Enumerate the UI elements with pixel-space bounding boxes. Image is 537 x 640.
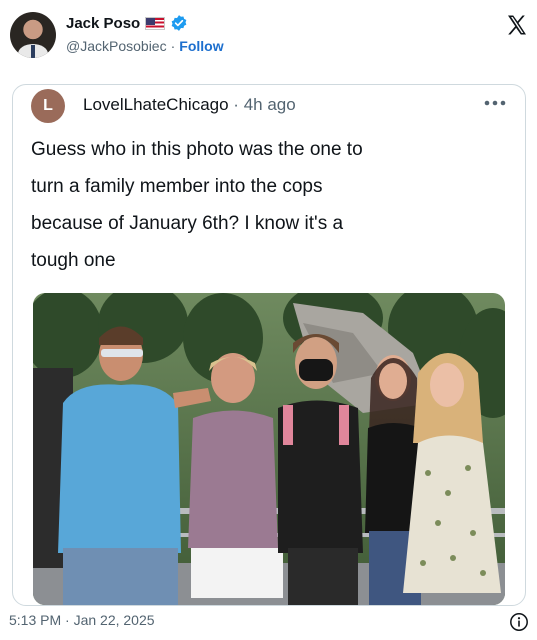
x-logo-icon[interactable] (505, 13, 529, 37)
avatar-tie (31, 45, 35, 58)
quoted-text-line: because of January 6th? I know it's a (31, 213, 344, 234)
author-display-name[interactable]: Jack Poso (66, 15, 140, 32)
quoted-separator: · (233, 95, 239, 114)
more-dots-icon[interactable] (483, 93, 507, 113)
tweet-header: Jack Poso @JackPosobiec · Follow (0, 0, 537, 70)
quoted-user-row: LovelLhateChicago · 4h ago (83, 95, 296, 115)
quoted-text-line: Guess who in this photo was the one to (31, 139, 363, 160)
quoted-text-line: tough one (31, 250, 116, 271)
info-icon[interactable] (509, 612, 529, 632)
follow-link[interactable]: Follow (179, 38, 223, 54)
quoted-time[interactable]: 4h ago (244, 95, 296, 114)
author-handle[interactable]: @JackPosobiec (66, 38, 167, 54)
group-photo-image[interactable] (33, 293, 505, 605)
author-handle-row: @JackPosobiec · Follow (66, 38, 224, 54)
us-flag-icon (145, 16, 166, 30)
verified-badge-icon (171, 15, 187, 31)
quoted-avatar[interactable]: L (31, 89, 65, 123)
handle-separator: · (170, 38, 176, 54)
photo-illustration (33, 293, 505, 605)
post-timestamp[interactable]: 5:13 PM · Jan 22, 2025 (9, 612, 155, 628)
author-avatar[interactable] (10, 12, 56, 58)
quoted-username[interactable]: LovelLhateChicago (83, 95, 229, 114)
author-name-row: Jack Poso (66, 14, 188, 32)
quoted-text: Guess who in this photo was the one to t… (31, 131, 511, 279)
quoted-post-card[interactable]: L LovelLhateChicago · 4h ago Guess who i… (12, 84, 526, 606)
quoted-text-line: turn a family member into the cops (31, 176, 323, 197)
